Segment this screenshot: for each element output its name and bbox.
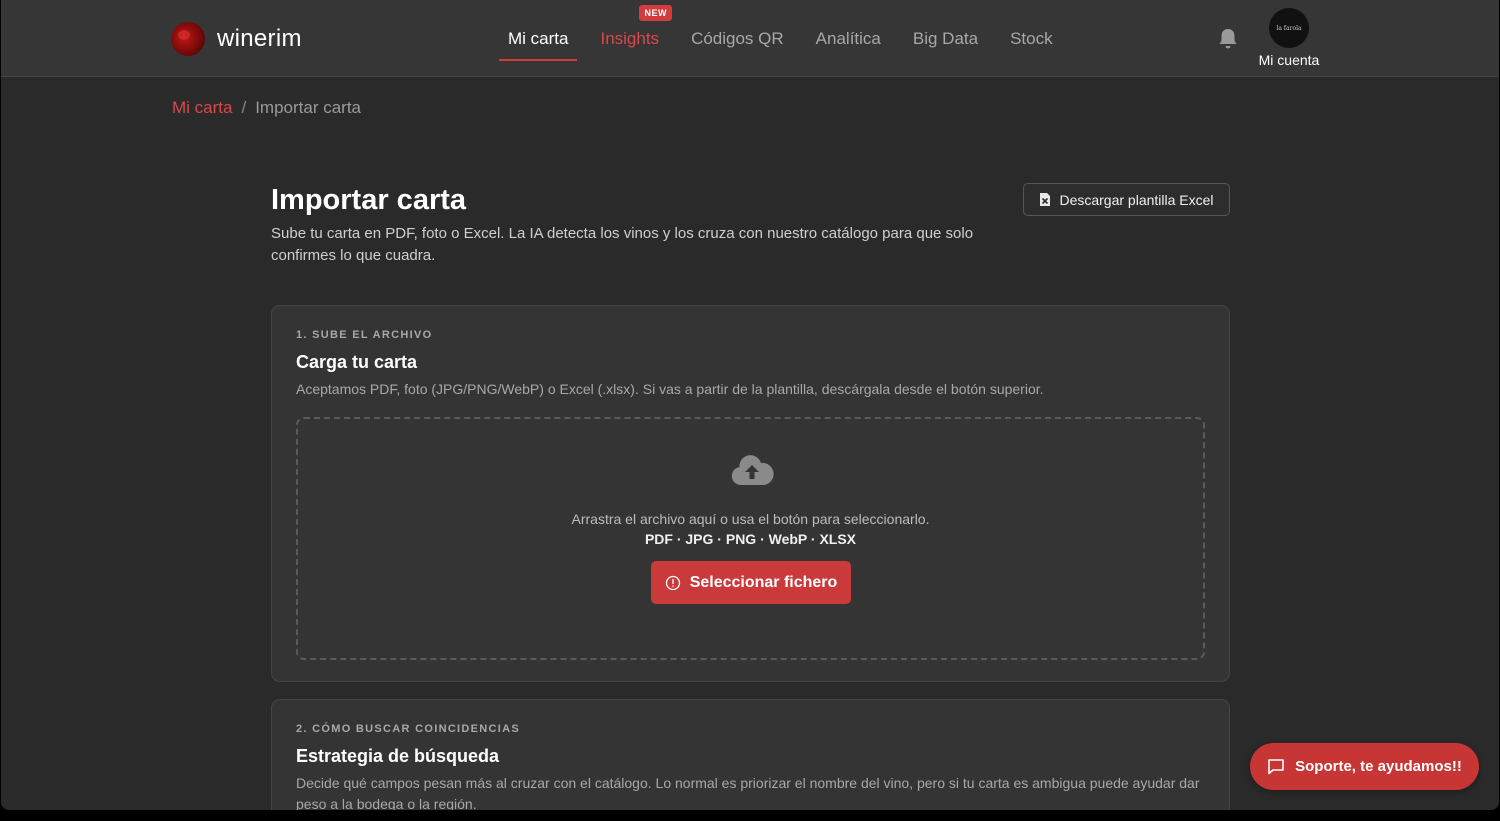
dropzone-instructions: Arrastra el archivo aquí o usa el botón … [571,511,930,527]
account-label: Mi cuenta [1258,52,1320,68]
page-description: Sube tu carta en PDF, foto o Excel. La I… [271,225,974,264]
app-window: winerim Mi carta NEW Insights Códigos QR… [1,0,1499,810]
nav-item-insights[interactable]: NEW Insights [591,0,672,77]
nav-item-analitica[interactable]: Analítica [807,0,890,77]
card-description: Decide qué campos pesan más al cruzar co… [296,775,1200,810]
brand-name: winerim [217,25,302,52]
main-nav: Mi carta NEW Insights Códigos QR Analíti… [499,0,1076,77]
download-button-label: Descargar plantilla Excel [1059,191,1214,208]
accepted-formats: PDF · JPG · PNG · WebP · XLSX [644,531,857,547]
notifications-bell-icon[interactable] [1217,27,1239,51]
select-file-button[interactable]: Seleccionar fichero [651,561,851,604]
select-file-label: Seleccionar fichero [689,573,838,591]
page-title: Importar carta [271,184,467,216]
breadcrumb-link-mi-carta[interactable]: Mi carta [172,98,232,118]
brand-logo[interactable]: winerim [171,22,302,56]
file-dropzone[interactable]: Arrastra el archivo aquí o usa el botón … [296,417,1205,660]
nav-item-mi-carta[interactable]: Mi carta [499,0,578,77]
excel-file-icon [1040,193,1051,206]
step-label: 1. SUBE EL ARCHIVO [296,329,433,341]
nav-item-stock[interactable]: Stock [1001,0,1062,77]
strategy-card: 2. CÓMO BUSCAR COINCIDENCIAS Estrategia … [271,699,1230,810]
wine-glass-logo-icon [171,22,205,56]
breadcrumb-separator: / [241,98,247,117]
nav-item-label: Insights [600,28,660,48]
alert-circle-icon [665,575,680,590]
breadcrumb: Mi carta / Importar carta [172,98,361,118]
support-label: Soporte, te ayudamos!! [1295,758,1462,775]
account-menu[interactable]: la farola Mi cuenta [1249,8,1329,68]
support-chat-button[interactable]: Soporte, te ayudamos!! [1250,743,1479,790]
step-label: 2. CÓMO BUSCAR COINCIDENCIAS [296,723,521,735]
nav-item-big-data[interactable]: Big Data [904,0,987,77]
card-description: Aceptamos PDF, foto (JPG/PNG/WebP) o Exc… [296,381,1044,397]
upload-card: 1. SUBE EL ARCHIVO Carga tu carta Acepta… [271,305,1230,682]
new-badge: NEW [639,5,672,21]
avatar: la farola [1269,8,1309,48]
card-title: Carga tu carta [296,352,418,372]
download-excel-template-button[interactable]: Descargar plantilla Excel [1023,183,1230,216]
cloud-upload-icon [731,455,774,486]
card-title: Estrategia de búsqueda [296,746,500,766]
top-navbar: winerim Mi carta NEW Insights Códigos QR… [1,0,1499,77]
breadcrumb-current: Importar carta [255,98,362,117]
nav-item-codigos-qr[interactable]: Códigos QR [682,0,793,77]
chat-bubble-icon [1268,759,1284,775]
